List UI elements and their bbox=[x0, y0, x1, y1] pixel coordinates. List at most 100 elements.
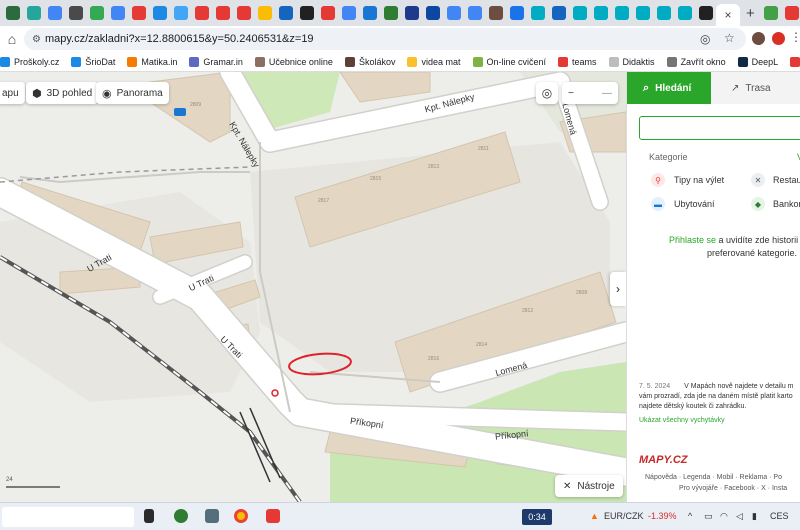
bookmark-item[interactable]: Didaktis bbox=[608, 56, 655, 67]
zoom-in-icon[interactable]: — bbox=[602, 88, 612, 99]
tab-favicon[interactable] bbox=[509, 6, 524, 20]
category-banks[interactable]: Bankor bbox=[773, 199, 800, 209]
active-tab[interactable]: × bbox=[716, 4, 740, 26]
tab-favicon[interactable] bbox=[404, 6, 419, 20]
language-indicator[interactable]: CES bbox=[770, 511, 789, 521]
tab-search[interactable]: ⌕ Hledání bbox=[627, 72, 711, 104]
category-restaurants[interactable]: Restau bbox=[773, 175, 800, 185]
tab-favicon[interactable] bbox=[47, 6, 62, 20]
battery-icon[interactable]: ▮ bbox=[752, 511, 757, 522]
tab-favicon[interactable] bbox=[614, 6, 629, 20]
tab-favicon[interactable] bbox=[278, 6, 293, 20]
category-accommodation[interactable]: Ubytování bbox=[674, 199, 715, 209]
login-prompt: Přihlaste se a uvidíte zde historii hl bbox=[669, 235, 800, 245]
tab-favicon[interactable] bbox=[26, 6, 41, 20]
bookmark-item[interactable]: videa mat bbox=[407, 56, 461, 67]
bookmark-item[interactable]: Proškoly.cz bbox=[0, 56, 59, 67]
tools-icon: ✕ bbox=[563, 480, 572, 492]
tab-favicon[interactable] bbox=[677, 6, 692, 20]
category-tips[interactable]: Tipy na výlet bbox=[674, 175, 724, 185]
tab-favicon[interactable] bbox=[257, 6, 272, 20]
files-icon[interactable] bbox=[205, 509, 219, 523]
tab-route[interactable]: ↗ Trasa bbox=[711, 72, 800, 104]
tab-favicon[interactable] bbox=[152, 6, 167, 20]
tab-favicon[interactable] bbox=[488, 6, 503, 20]
tab-favicon[interactable] bbox=[215, 6, 230, 20]
tab-favicon[interactable] bbox=[698, 6, 713, 20]
chrome-icon[interactable] bbox=[234, 509, 248, 523]
bookmark-item[interactable]: ŠrioDat bbox=[71, 56, 115, 67]
tab-favicon[interactable] bbox=[530, 6, 545, 20]
bookmark-item[interactable]: Učebnice online bbox=[254, 56, 333, 67]
footer-links-2[interactable]: Pro vývojáře · Facebook · X · Insta bbox=[679, 485, 787, 492]
currency-label[interactable]: EUR/CZK bbox=[604, 511, 644, 521]
tab-favicon[interactable] bbox=[656, 6, 671, 20]
volume-icon[interactable]: ◁ bbox=[736, 511, 743, 522]
tab-favicon[interactable] bbox=[194, 6, 209, 20]
news-all-link[interactable]: Ukázat všechny vychytávky bbox=[639, 417, 725, 424]
bookmark-item[interactable]: Zavřít okno bbox=[666, 56, 726, 67]
bookmark-item[interactable]: Školákov bbox=[344, 56, 395, 67]
network-icon[interactable]: ▭ bbox=[704, 511, 713, 522]
tab-favicon[interactable] bbox=[5, 6, 20, 20]
tab-favicon[interactable] bbox=[173, 6, 188, 20]
site-settings-icon[interactable]: ⚙ bbox=[32, 34, 41, 45]
app-icon[interactable] bbox=[174, 509, 188, 523]
tab-favicon[interactable] bbox=[320, 6, 335, 20]
tab-favicon[interactable] bbox=[299, 6, 314, 20]
bookmark-item[interactable]: On-line cvičení bbox=[472, 56, 546, 67]
tab-favicon[interactable] bbox=[341, 6, 356, 20]
tab-favicon[interactable] bbox=[785, 6, 800, 20]
tab-favicon[interactable] bbox=[425, 6, 440, 20]
task-view-icon[interactable] bbox=[144, 509, 154, 523]
tab-favicon[interactable] bbox=[383, 6, 398, 20]
tab-favicon[interactable] bbox=[362, 6, 377, 20]
bookmark-star-icon[interactable]: ☆ bbox=[724, 31, 735, 45]
address-bar[interactable]: ⚙ mapy.cz/zakladni?x=12.8800615&y=50.240… bbox=[24, 28, 746, 50]
tab-favicon[interactable] bbox=[236, 6, 251, 20]
tab-favicon[interactable] bbox=[467, 6, 482, 20]
map-canvas[interactable]: Kpt. Nálepky Kpt. Nálepky U Trati U Trat… bbox=[0, 72, 626, 502]
bookmark-item[interactable]: Gramar.in bbox=[189, 56, 243, 67]
tab-favicon[interactable] bbox=[764, 6, 779, 20]
tab-favicon[interactable] bbox=[446, 6, 461, 20]
bookmark-item[interactable]: DeepL bbox=[737, 56, 778, 67]
recorder-icon[interactable] bbox=[266, 509, 280, 523]
taskbar-search[interactable] bbox=[2, 507, 134, 527]
3d-view-button[interactable]: ⬢ 3D pohled bbox=[26, 82, 99, 104]
panorama-button[interactable]: ◉ Panorama bbox=[96, 82, 169, 104]
eye-off-icon[interactable]: ◎ bbox=[700, 32, 710, 46]
tab-favicon[interactable] bbox=[593, 6, 608, 20]
mapy-logo[interactable]: MAPY.CZ bbox=[639, 454, 688, 466]
collapse-panel-button[interactable]: › bbox=[610, 272, 626, 306]
tab-favicon[interactable] bbox=[68, 6, 83, 20]
wifi-icon[interactable]: ◠ bbox=[720, 511, 728, 522]
home-icon[interactable]: ⌂ bbox=[0, 31, 24, 47]
tab-favicon[interactable] bbox=[131, 6, 146, 20]
bookmark-item[interactable]: Umíme česky bbox=[790, 56, 800, 67]
zoom-out-icon[interactable]: − bbox=[568, 88, 574, 99]
search-input[interactable] bbox=[639, 116, 800, 140]
login-link[interactable]: Přihlaste se bbox=[669, 235, 716, 245]
taskbar-clock[interactable]: 0:34 bbox=[522, 509, 552, 525]
tray-chevron-icon[interactable]: ^ bbox=[688, 511, 692, 521]
bookmark-item[interactable]: teams bbox=[558, 56, 597, 67]
tab-favicon[interactable] bbox=[572, 6, 587, 20]
locate-button[interactable]: ◎ bbox=[536, 82, 558, 104]
url-text[interactable]: mapy.cz/zakladni?x=12.8800615&y=50.24065… bbox=[45, 33, 314, 45]
footer-links-1[interactable]: Nápověda · Legenda · Mobil · Reklama · P… bbox=[645, 474, 782, 481]
tab-favicon[interactable] bbox=[551, 6, 566, 20]
new-tab-icon[interactable]: + bbox=[746, 5, 755, 22]
bookmark-item[interactable]: Matika.in bbox=[127, 56, 177, 67]
tab-favicon[interactable] bbox=[89, 6, 104, 20]
zoom-control[interactable]: − — bbox=[562, 82, 618, 104]
menu-icon[interactable]: ⋮ bbox=[790, 30, 800, 44]
extensions-icon[interactable] bbox=[772, 32, 785, 45]
tab-favicon[interactable] bbox=[635, 6, 650, 20]
close-tab-icon[interactable]: × bbox=[724, 8, 731, 22]
tools-button[interactable]: ✕ Nástroje bbox=[555, 475, 623, 497]
tab-favicon[interactable] bbox=[110, 6, 125, 20]
profile-avatar[interactable] bbox=[752, 32, 765, 45]
bookmark-label: Zavřít okno bbox=[680, 56, 726, 67]
map-type-button[interactable]: apu bbox=[0, 82, 25, 104]
